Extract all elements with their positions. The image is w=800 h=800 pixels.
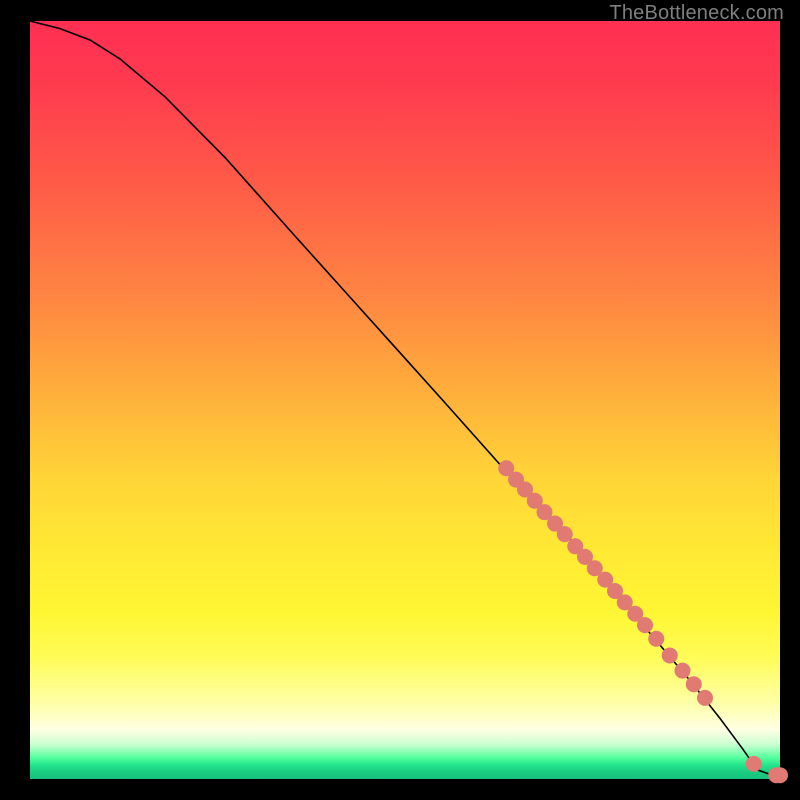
- dots-layer: [498, 460, 788, 783]
- plot-area: [30, 21, 780, 779]
- data-point: [675, 663, 691, 679]
- data-point: [746, 756, 762, 772]
- data-point: [637, 617, 653, 633]
- chart-stage: TheBottleneck.com: [0, 0, 800, 800]
- data-point: [772, 767, 788, 783]
- chart-svg: [30, 21, 780, 779]
- data-point: [697, 690, 713, 706]
- data-point: [662, 647, 678, 663]
- data-point: [648, 631, 664, 647]
- data-point: [686, 676, 702, 692]
- watermark-text: TheBottleneck.com: [609, 2, 784, 25]
- data-point: [557, 526, 573, 542]
